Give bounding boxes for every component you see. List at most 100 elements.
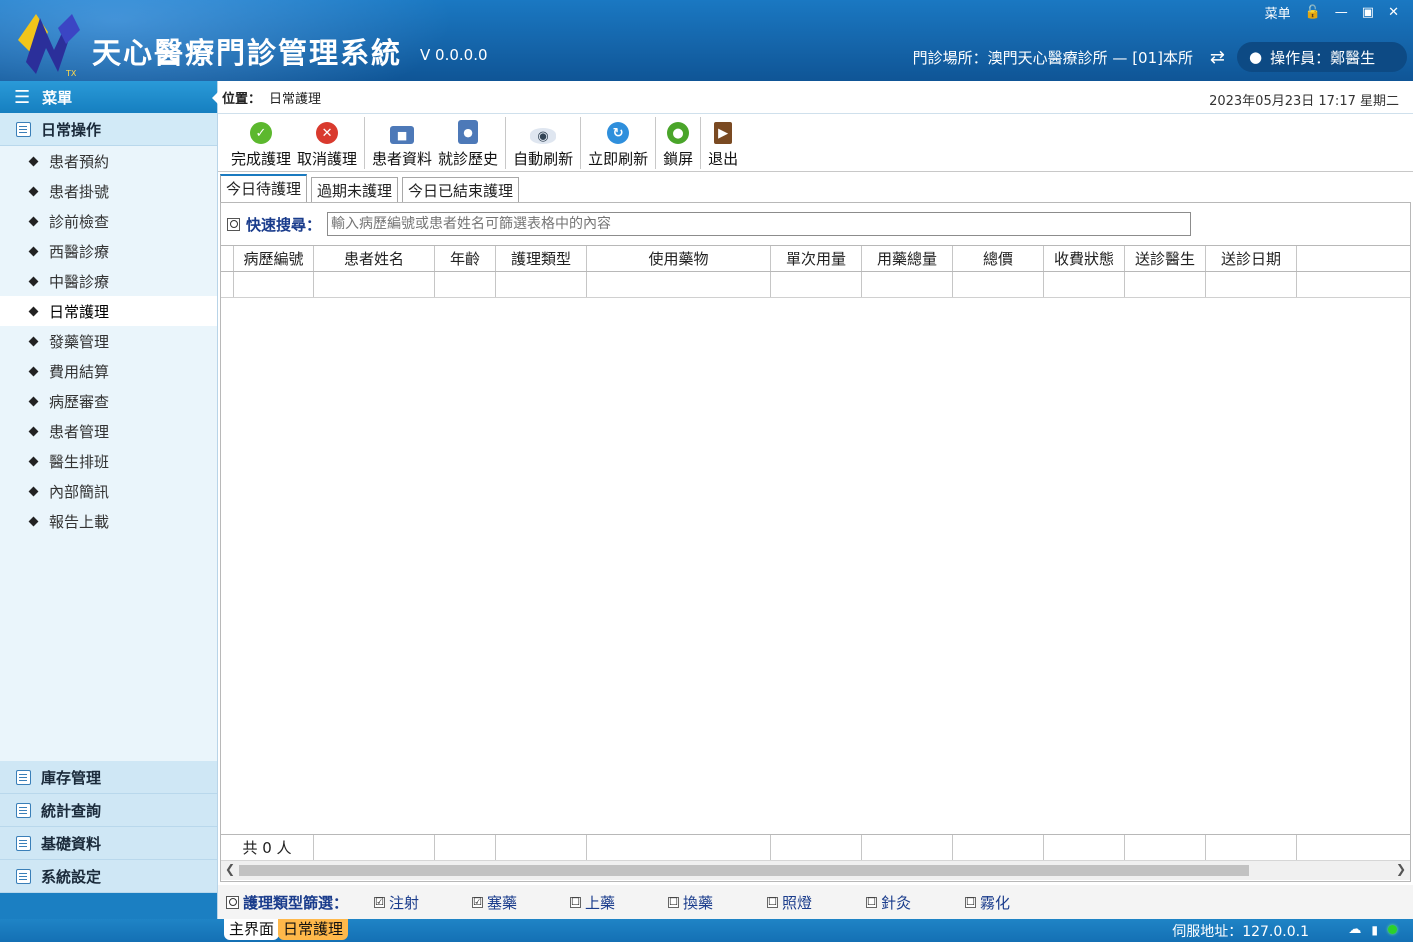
checkbox-state[interactable]: ☐ bbox=[866, 896, 878, 908]
filter-nebulization-checkbox[interactable]: ☐ 霧化 bbox=[965, 892, 1045, 913]
toolbar-separator bbox=[505, 117, 507, 169]
tab-main-screen[interactable]: 主界面 bbox=[224, 919, 280, 940]
menu-label[interactable]: 菜单 bbox=[1265, 3, 1291, 22]
calendar-icon bbox=[16, 121, 31, 137]
sidebar-item-pre-check[interactable]: 診前檢查 bbox=[0, 206, 217, 236]
table-row[interactable] bbox=[221, 272, 1410, 298]
lock-screen-button[interactable]: ● 鎖屏 bbox=[660, 117, 696, 171]
column-header[interactable]: 用藥總量 bbox=[862, 246, 953, 271]
filter-suppository-checkbox[interactable]: ☑ 塞藥 bbox=[472, 892, 570, 913]
column-header[interactable]: 患者姓名 bbox=[314, 246, 435, 271]
checkbox-state[interactable]: ☐ bbox=[570, 896, 582, 908]
sidebar-item-label: 患者管理 bbox=[49, 422, 110, 441]
group-inventory[interactable]: 庫存管理 bbox=[0, 761, 217, 794]
eye-icon: ◉ bbox=[530, 128, 557, 144]
unlock-icon[interactable]: 🔓 bbox=[1305, 5, 1321, 20]
filter-label: 護理類型篩選： bbox=[243, 893, 349, 912]
check-icon: ✓ bbox=[250, 122, 272, 144]
filter-dressing-change-checkbox[interactable]: ☐ 換藥 bbox=[668, 892, 767, 913]
filter-acupuncture-checkbox[interactable]: ☐ 針灸 bbox=[866, 892, 965, 913]
checkbox-label: 針灸 bbox=[881, 893, 912, 912]
refresh-now-button[interactable]: ↻ 立即刷新 bbox=[585, 117, 651, 171]
checkbox-label: 霧化 bbox=[980, 893, 1011, 912]
scroll-right-icon[interactable]: ❯ bbox=[1396, 862, 1406, 876]
bullet-icon bbox=[28, 516, 39, 526]
close-button[interactable]: ✕ bbox=[1388, 5, 1399, 20]
filter-injection-checkbox[interactable]: ☑ 注射 bbox=[374, 892, 472, 913]
group-label: 系統設定 bbox=[41, 867, 102, 886]
column-header[interactable]: 單次用量 bbox=[771, 246, 862, 271]
patient-info-button[interactable]: ■ 患者資料 bbox=[369, 117, 435, 171]
scrollbar-thumb[interactable] bbox=[239, 865, 1249, 876]
maximize-button[interactable]: ▣ bbox=[1362, 5, 1374, 20]
column-header[interactable]: 護理類型 bbox=[496, 246, 587, 271]
group-statistics[interactable]: 統計查詢 bbox=[0, 794, 217, 827]
group-basic-data[interactable]: 基礎資料 bbox=[0, 827, 217, 860]
operator-badge[interactable]: ● 操作員：鄭醫生 bbox=[1237, 42, 1407, 72]
sidebar-item-label: 病歷審查 bbox=[49, 392, 110, 411]
table-footer: 共 0 人 bbox=[221, 834, 1410, 860]
cloud-icon: ☁ bbox=[1348, 922, 1362, 937]
group-daily-operations[interactable]: 日常操作 bbox=[0, 113, 217, 146]
toolbar-separator bbox=[700, 117, 702, 169]
column-header[interactable]: 總價 bbox=[953, 246, 1044, 271]
tab-today-pending[interactable]: 今日待護理 bbox=[220, 174, 308, 202]
sidebar-item-dispensing[interactable]: 發藥管理 bbox=[0, 326, 217, 356]
checkbox-label: 換藥 bbox=[683, 893, 714, 912]
sidebar-item-western-medicine[interactable]: 西醫診療 bbox=[0, 236, 217, 266]
tab-today-finished[interactable]: 今日已結束護理 bbox=[402, 177, 520, 202]
nursing-type-filter: 護理類型篩選： ☑ 注射 ☑ 塞藥 ☐ 上藥 ☐ 換藥 ☐ 照燈 ☐ 針灸 ☐ … bbox=[218, 885, 1413, 919]
visit-history-button[interactable]: ● 就診歷史 bbox=[435, 117, 501, 171]
column-header[interactable]: 年齡 bbox=[435, 246, 496, 271]
horizontal-scrollbar[interactable]: ❮ ❯ bbox=[221, 860, 1410, 880]
sidebar-item-patient-booking[interactable]: 患者預約 bbox=[0, 146, 217, 176]
sidebar-item-patient-management[interactable]: 患者管理 bbox=[0, 416, 217, 446]
auto-refresh-button[interactable]: ◉ 自動刷新 bbox=[510, 117, 576, 171]
sidebar-item-label: 醫生排班 bbox=[49, 452, 110, 471]
column-header[interactable]: 病歷編號 bbox=[234, 246, 314, 271]
checkbox-state[interactable]: ☐ bbox=[767, 896, 779, 908]
checkbox-state[interactable]: ☐ bbox=[668, 896, 680, 908]
column-header[interactable]: 送診日期 bbox=[1206, 246, 1297, 271]
checkbox-state[interactable]: ☑ bbox=[374, 896, 386, 908]
button-label: 患者資料 bbox=[372, 150, 433, 168]
sidebar-item-report-upload[interactable]: 報告上載 bbox=[0, 506, 217, 536]
scroll-left-icon[interactable]: ❮ bbox=[225, 862, 235, 876]
sidebar-item-billing[interactable]: 費用結算 bbox=[0, 356, 217, 386]
cancel-nursing-button[interactable]: ✕ 取消護理 bbox=[294, 117, 360, 171]
minimize-button[interactable]: — bbox=[1335, 5, 1348, 20]
sidebar-item-internal-messages[interactable]: 內部簡訊 bbox=[0, 476, 217, 506]
sidebar-item-doctor-schedule[interactable]: 醫生排班 bbox=[0, 446, 217, 476]
tab-overdue[interactable]: 過期未護理 bbox=[311, 177, 399, 202]
sidebar-item-label: 發藥管理 bbox=[49, 332, 110, 351]
checkbox-state[interactable]: ☐ bbox=[965, 896, 977, 908]
sidebar-item-record-review[interactable]: 病歷審查 bbox=[0, 386, 217, 416]
column-header[interactable]: 收費狀態 bbox=[1044, 246, 1125, 271]
sidebar-item-label: 費用結算 bbox=[49, 362, 110, 381]
location-value: 日常護理 bbox=[269, 91, 322, 107]
search-input[interactable] bbox=[327, 212, 1192, 236]
group-system-settings[interactable]: 系統設定 bbox=[0, 860, 217, 893]
sidebar-item-registration[interactable]: 患者掛號 bbox=[0, 176, 217, 206]
connection-status-icon bbox=[1388, 925, 1397, 934]
sidebar-item-chinese-medicine[interactable]: 中醫診療 bbox=[0, 266, 217, 296]
button-label: 取消護理 bbox=[297, 150, 358, 168]
tab-daily-nursing[interactable]: 日常護理 bbox=[278, 919, 349, 940]
checkbox-state[interactable]: ☑ bbox=[472, 896, 484, 908]
column-header[interactable]: 送診醫生 bbox=[1125, 246, 1206, 271]
filter-light-therapy-checkbox[interactable]: ☐ 照燈 bbox=[767, 892, 866, 913]
operator-name: 操作員：鄭醫生 bbox=[1270, 48, 1376, 67]
inventory-icon bbox=[16, 769, 31, 785]
window-controls: 菜单 🔓 — ▣ ✕ bbox=[1265, 3, 1399, 22]
complete-nursing-button[interactable]: ✓ 完成護理 bbox=[228, 117, 294, 171]
id-card-icon: ■ bbox=[390, 126, 415, 144]
user-icon: ● bbox=[1249, 48, 1263, 66]
breadcrumb: 位置： 日常護理 2023年05月23日 17:17 星期二 bbox=[212, 81, 1413, 114]
column-header[interactable]: 使用藥物 bbox=[587, 246, 771, 271]
filter-apply-medicine-checkbox[interactable]: ☐ 上藥 bbox=[570, 892, 668, 913]
sidebar-item-label: 內部簡訊 bbox=[49, 482, 110, 501]
exit-button[interactable]: ▶ 退出 bbox=[705, 117, 741, 171]
sidebar-item-daily-nursing[interactable]: 日常護理 bbox=[0, 296, 217, 326]
switch-clinic-icon[interactable]: ⇄ bbox=[1210, 47, 1225, 68]
sidebar-item-label: 日常護理 bbox=[49, 302, 110, 321]
